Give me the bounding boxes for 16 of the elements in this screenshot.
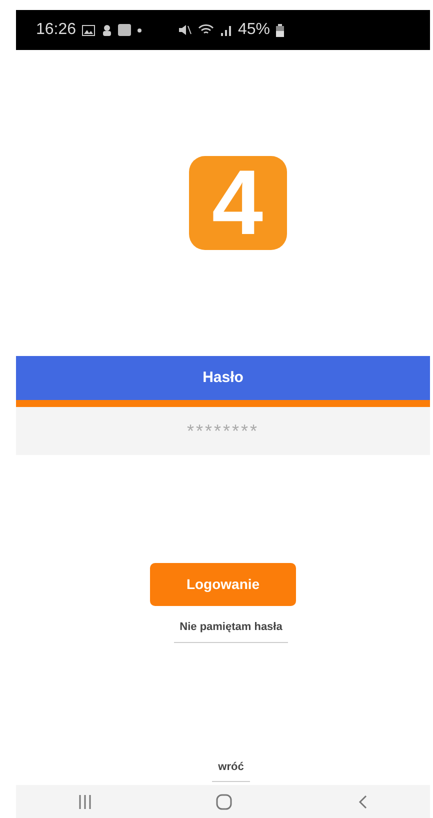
battery-icon	[276, 24, 284, 36]
app-logo: 4	[188, 156, 286, 250]
status-time: 16:26	[36, 20, 76, 40]
wifi-icon	[198, 24, 214, 36]
forgot-password-link[interactable]: Nie pamiętam hasła	[174, 615, 288, 642]
recent-apps-icon[interactable]	[78, 794, 91, 808]
dot-icon	[137, 28, 142, 32]
battery-percent: 45%	[238, 20, 270, 40]
back-icon[interactable]	[358, 794, 368, 808]
home-icon[interactable]	[216, 794, 232, 810]
back-link[interactable]: wróć	[212, 754, 250, 782]
password-header: Hasło	[16, 356, 430, 407]
signal-icon	[220, 24, 232, 36]
image-icon	[82, 24, 96, 36]
password-field[interactable]: ********	[16, 407, 430, 455]
mute-icon	[178, 24, 192, 36]
